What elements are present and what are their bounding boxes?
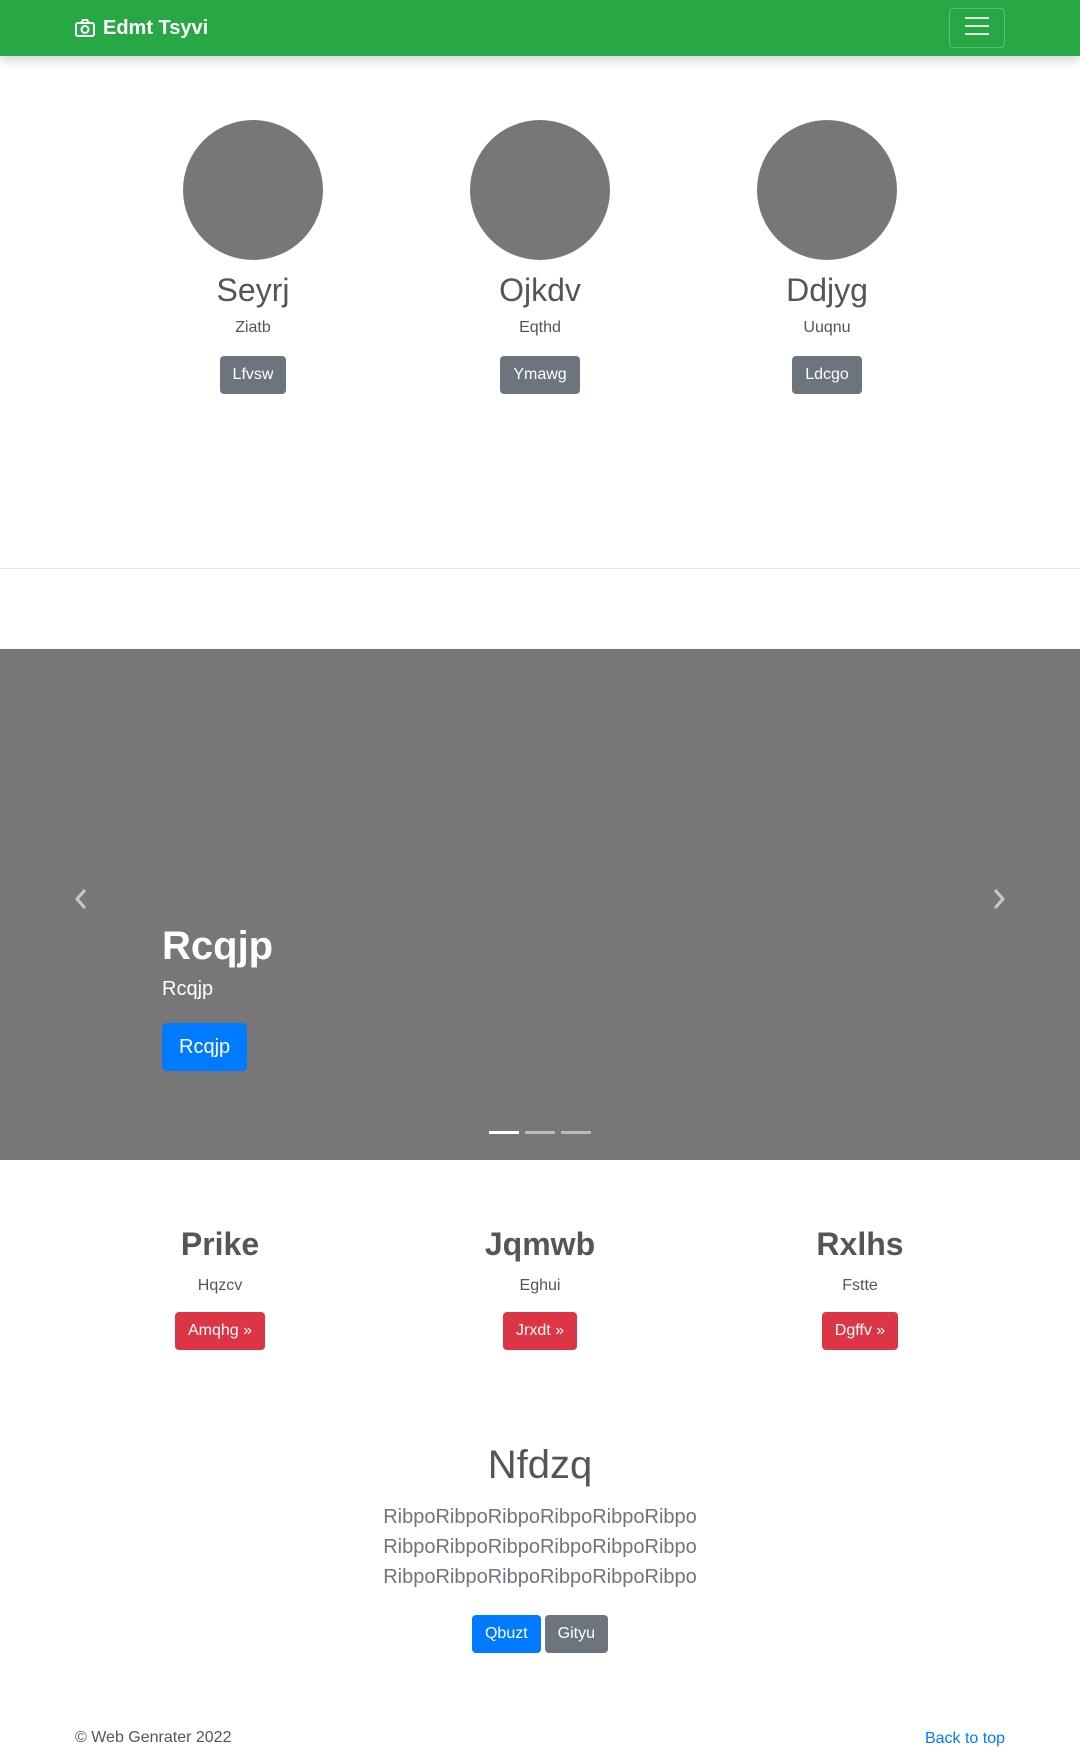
feature-card: Rxlhs Fstte Dgffv » — [710, 1224, 1010, 1350]
avatar — [183, 120, 323, 260]
feature-card: Prike Hqzcv Amqhg » — [70, 1224, 370, 1350]
member-name: Seyrj — [216, 272, 290, 308]
brand-label: Edmt Tsyvi — [103, 16, 209, 39]
carousel-indicator[interactable] — [525, 1131, 555, 1134]
carousel-indicators — [489, 1131, 591, 1134]
hero-lead: RibpoRibpoRibpoRibpoRibpoRibpo RibpoRibp… — [383, 1506, 697, 1588]
chevron-left-icon — [73, 888, 89, 915]
carousel-title: Rcqjp — [162, 924, 274, 968]
back-to-top-link[interactable]: Back to top — [925, 1729, 1005, 1749]
navbar-toggler-button[interactable] — [949, 8, 1005, 48]
member-role: Uuqnu — [803, 319, 851, 336]
navbar-brand[interactable]: Edmt Tsyvi — [75, 0, 208, 56]
feature-title: Rxlhs — [816, 1226, 904, 1262]
carousel-text: Rcqjp — [162, 978, 214, 1000]
chevron-right-icon — [991, 888, 1007, 915]
member-name: Ddjyg — [786, 272, 868, 308]
hero-title: Nfdzq — [487, 1443, 593, 1487]
feature-subtitle: Hqzcv — [197, 1277, 243, 1294]
avatar — [470, 120, 610, 260]
hero-buttons: Qbuzt Gityu — [0, 1615, 1080, 1653]
feature-title: Prike — [180, 1226, 260, 1262]
feature-button[interactable]: Amqhg » — [174, 1312, 266, 1350]
section-divider — [0, 568, 1080, 569]
avatar — [757, 120, 897, 260]
carousel-prev-button[interactable] — [69, 888, 93, 915]
team-member-card: Seyrj Ziatb Lfvsw — [103, 120, 403, 394]
member-button[interactable]: Ldcgo — [792, 356, 862, 394]
hero-section: Nfdzq RibpoRibpoRibpoRibpoRibpoRibpo Rib… — [0, 1440, 1080, 1653]
carousel: Rcqjp Rcqjp Rcqjp — [0, 649, 1080, 1160]
carousel-indicator[interactable] — [561, 1131, 591, 1134]
team-member-card: Ddjyg Uuqnu Ldcgo — [677, 120, 977, 394]
carousel-next-button[interactable] — [987, 888, 1011, 915]
footer-copyright: © Web Genrater 2022 — [75, 1729, 232, 1746]
feature-subtitle: Fstte — [842, 1277, 878, 1294]
feature-card: Jqmwb Eghui Jrxdt » — [390, 1224, 690, 1350]
feature-button[interactable]: Jrxdt » — [502, 1312, 577, 1350]
team-member-card: Ojkdv Eqthd Ymawg — [390, 120, 690, 394]
primary-button[interactable]: Qbuzt — [471, 1615, 541, 1653]
carousel-cta-button[interactable]: Rcqjp — [162, 1023, 248, 1071]
carousel-caption: Rcqjp Rcqjp Rcqjp — [162, 922, 273, 1071]
hamburger-icon — [964, 16, 990, 41]
carousel-indicator[interactable] — [489, 1131, 519, 1134]
member-button[interactable]: Lfvsw — [219, 356, 287, 394]
member-button[interactable]: Ymawg — [500, 356, 580, 394]
navbar: Edmt Tsyvi — [0, 0, 1080, 56]
feature-title: Jqmwb — [484, 1226, 596, 1262]
feature-subtitle: Eghui — [519, 1277, 561, 1294]
secondary-button[interactable]: Gityu — [544, 1615, 609, 1653]
camera-icon — [75, 19, 95, 37]
member-name: Ojkdv — [499, 272, 581, 308]
member-role: Ziatb — [235, 319, 271, 336]
member-role: Eqthd — [519, 319, 561, 336]
feature-button[interactable]: Dgffv » — [821, 1312, 899, 1350]
